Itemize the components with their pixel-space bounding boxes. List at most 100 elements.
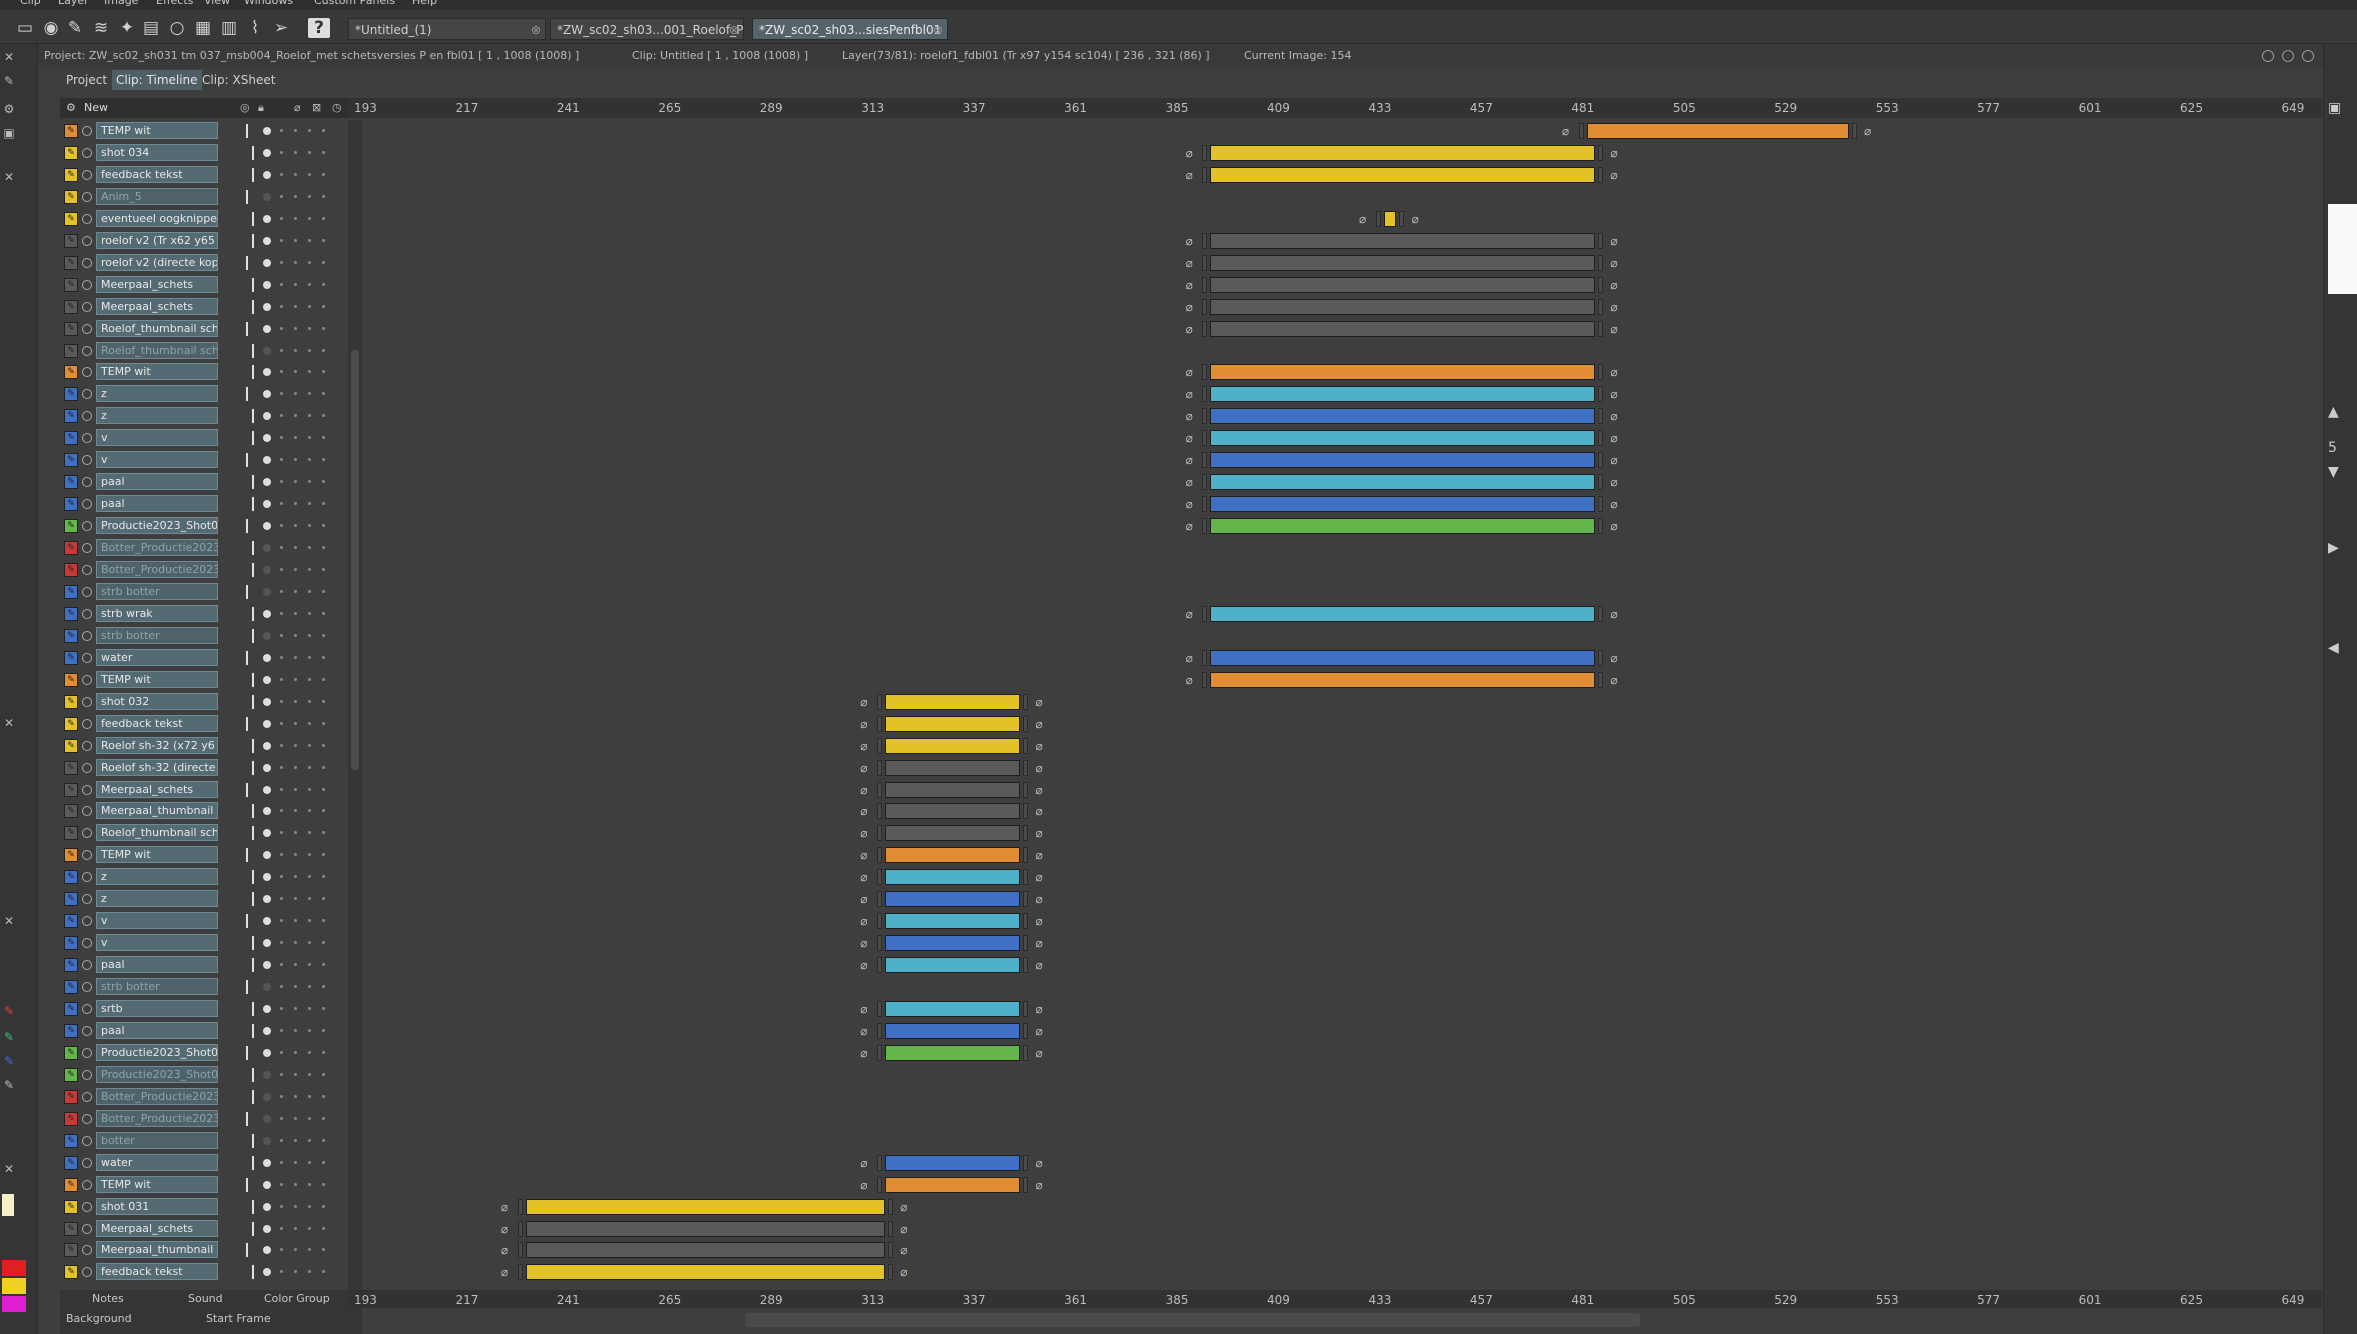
- clip-start-marker[interactable]: ⌀: [498, 1243, 512, 1257]
- layer-color-swatch[interactable]: ✎: [64, 629, 78, 643]
- fg-color-swatch[interactable]: [2, 1194, 14, 1216]
- clip-bar[interactable]: [1210, 277, 1595, 293]
- layer-option-dot[interactable]: [280, 809, 283, 812]
- clip-handle-left[interactable]: [876, 891, 882, 907]
- layer-option-dot[interactable]: [308, 327, 311, 330]
- clip-handle-right[interactable]: [887, 1242, 893, 1258]
- layer-option-dot[interactable]: [322, 239, 325, 242]
- layer-option-dot[interactable]: [322, 1161, 325, 1164]
- clip-start-marker[interactable]: ⌀: [857, 826, 871, 840]
- layer-row[interactable]: ✎ water: [60, 647, 348, 669]
- red-swatch[interactable]: [2, 1260, 26, 1276]
- close-icon[interactable]: ✕: [2, 1162, 16, 1176]
- layer-option-dot[interactable]: [322, 656, 325, 659]
- camera-icon[interactable]: ▭: [14, 18, 36, 38]
- layer-option-dot[interactable]: [280, 283, 283, 286]
- clip-handle-left[interactable]: [1202, 233, 1208, 249]
- layer-option-dot[interactable]: [322, 129, 325, 132]
- layer-active-dot[interactable]: [263, 632, 271, 640]
- layer-option-dot[interactable]: [322, 480, 325, 483]
- layer-option-dot[interactable]: [280, 392, 283, 395]
- layer-option-dot[interactable]: [322, 305, 325, 308]
- layer-option-dot[interactable]: [308, 1051, 311, 1054]
- layer-option-dot[interactable]: [308, 546, 311, 549]
- clip-handle-right[interactable]: [1023, 957, 1029, 973]
- layer-option-dot[interactable]: [322, 1248, 325, 1251]
- clip-end-marker[interactable]: ⌀: [1607, 475, 1621, 489]
- layer-active-dot[interactable]: [263, 522, 271, 530]
- clip-end-marker[interactable]: ⌀: [1607, 431, 1621, 445]
- clip-handle-right[interactable]: [1597, 167, 1603, 183]
- track-row[interactable]: ⌀ ⌀: [366, 603, 2322, 625]
- layer-option-dot[interactable]: [280, 766, 283, 769]
- layer-name[interactable]: feedback tekst: [96, 166, 218, 183]
- clip-end-marker[interactable]: ⌀: [1607, 322, 1621, 336]
- clip-end-marker[interactable]: ⌀: [1032, 1178, 1046, 1192]
- clip-start-marker[interactable]: ⌀: [857, 761, 871, 775]
- layer-option-dot[interactable]: [294, 985, 297, 988]
- layer-option-dot[interactable]: [280, 480, 283, 483]
- layer-visibility-toggle[interactable]: [82, 148, 92, 158]
- layer-visibility-toggle[interactable]: [82, 1224, 92, 1234]
- layer-option-dot[interactable]: [308, 831, 311, 834]
- layer-option-dot[interactable]: [280, 985, 283, 988]
- layer-color-swatch[interactable]: ✎: [64, 870, 78, 884]
- clip-handle-right[interactable]: [1597, 255, 1603, 271]
- clip-bar[interactable]: [1210, 364, 1595, 380]
- layer-row[interactable]: ✎ TEMP wit: [60, 361, 348, 383]
- track-row[interactable]: ⌀ ⌀: [366, 1218, 2322, 1240]
- layer-name[interactable]: Meerpaal_thumbnail: [96, 1241, 218, 1258]
- clip-handle-left[interactable]: [876, 760, 882, 776]
- layer-active-dot[interactable]: [263, 237, 271, 245]
- layer-row[interactable]: ✎ feedback tekst: [60, 1261, 348, 1283]
- track-row[interactable]: [366, 1130, 2322, 1152]
- clip-end-marker[interactable]: ⌀: [1032, 1046, 1046, 1060]
- layer-row[interactable]: ✎ Meerpaal_thumbnail: [60, 800, 348, 822]
- track-row[interactable]: [366, 1086, 2322, 1108]
- clip-bar[interactable]: [884, 935, 1021, 951]
- layer-row[interactable]: ✎ Meerpaal_schets: [60, 1218, 348, 1240]
- layer-active-dot[interactable]: [263, 1115, 271, 1123]
- layer-option-dot[interactable]: [294, 480, 297, 483]
- layer-option-dot[interactable]: [280, 1007, 283, 1010]
- layer-option-dot[interactable]: [308, 1161, 311, 1164]
- clip-end-marker[interactable]: ⌀: [1032, 717, 1046, 731]
- track-row[interactable]: ⌀ ⌀: [366, 383, 2322, 405]
- col-sound[interactable]: Sound: [188, 1292, 223, 1305]
- tab-project[interactable]: Project: [62, 70, 111, 90]
- layer-active-dot[interactable]: [263, 149, 271, 157]
- clip-bar[interactable]: [1210, 167, 1595, 183]
- clip-start-marker[interactable]: ⌀: [857, 1002, 871, 1016]
- layer-visibility-toggle[interactable]: [82, 828, 92, 838]
- clip-end-marker[interactable]: ⌀: [1032, 1002, 1046, 1016]
- layer-row[interactable]: ✎ shot 034: [60, 142, 348, 164]
- clip-start-marker[interactable]: ⌀: [857, 739, 871, 753]
- pencil-icon[interactable]: ✎: [2, 74, 16, 88]
- layer-active-dot[interactable]: [263, 171, 271, 179]
- layer-row[interactable]: ✎ Roelof sh-32 (x72 y6: [60, 735, 348, 757]
- clip-end-marker[interactable]: ⌀: [1607, 453, 1621, 467]
- clip-handle-right[interactable]: [1023, 760, 1029, 776]
- layer-row[interactable]: ✎ v: [60, 910, 348, 932]
- layer-option-dot[interactable]: [308, 1095, 311, 1098]
- layer-option-dot[interactable]: [322, 283, 325, 286]
- layer-name[interactable]: Productie2023_Shot0: [96, 517, 218, 534]
- clip-handle-right[interactable]: [1023, 1177, 1029, 1193]
- layer-option-dot[interactable]: [322, 1205, 325, 1208]
- layer-name[interactable]: v: [96, 934, 218, 951]
- clip-start-marker[interactable]: ⌀: [1182, 497, 1196, 511]
- layer-visibility-toggle[interactable]: [82, 499, 92, 509]
- layer-option-dot[interactable]: [322, 809, 325, 812]
- layer-visibility-toggle[interactable]: [82, 1158, 92, 1168]
- layer-option-dot[interactable]: [280, 1183, 283, 1186]
- clip-end-marker[interactable]: ⌀: [897, 1200, 911, 1214]
- clip-start-marker[interactable]: ⌀: [857, 870, 871, 884]
- layer-color-swatch[interactable]: ✎: [64, 848, 78, 862]
- tab-clip-timeline[interactable]: Clip: Timeline: [112, 70, 202, 90]
- clip-bar[interactable]: [1210, 145, 1595, 161]
- close-icon[interactable]: ✕: [2, 914, 16, 928]
- layer-name[interactable]: TEMP wit: [96, 1176, 218, 1193]
- clip-handle-right[interactable]: [1023, 847, 1029, 863]
- layer-row[interactable]: ✎ TEMP wit: [60, 669, 348, 691]
- clip-end-marker[interactable]: ⌀: [1607, 256, 1621, 270]
